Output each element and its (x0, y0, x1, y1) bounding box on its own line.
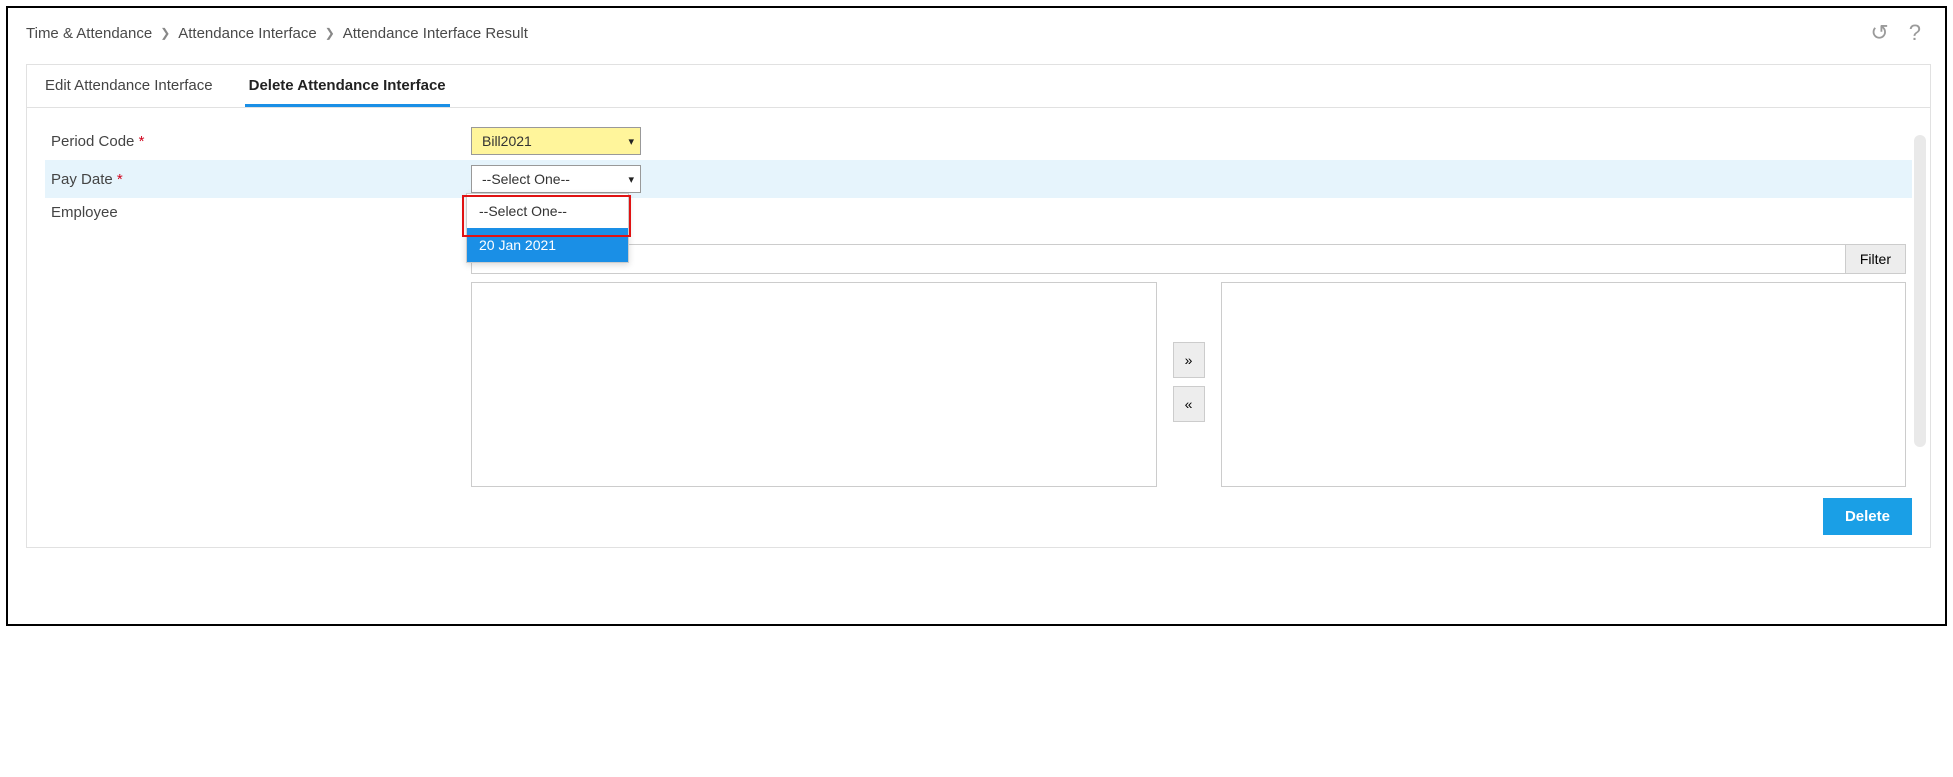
delete-button[interactable]: Delete (1823, 498, 1912, 535)
refresh-icon[interactable]: ↺ (1870, 20, 1888, 46)
scrollbar[interactable] (1914, 135, 1926, 447)
breadcrumb-item-3: Attendance Interface Result (343, 25, 528, 42)
main-panel: Edit Attendance Interface Delete Attenda… (26, 64, 1931, 548)
pay-date-option-1[interactable]: 20 Jan 2021 (467, 228, 628, 262)
label-text: Period Code (51, 133, 134, 150)
dual-list-controls: » « (1173, 282, 1205, 422)
row-period-code: Period Code * Bill2021 ▾ (45, 122, 1912, 160)
employee-dual-list: » « (471, 282, 1906, 487)
required-marker: * (139, 133, 145, 150)
label-period-code: Period Code * (51, 133, 471, 150)
header-actions: ↺ ? (1870, 20, 1931, 46)
period-code-select[interactable]: Bill2021 ▾ (471, 127, 641, 155)
row-employee: Employee Filter » « (45, 198, 1912, 487)
employee-selected-list[interactable] (1221, 282, 1907, 487)
chevron-down-icon: ▾ (628, 173, 634, 186)
move-right-button[interactable]: » (1173, 342, 1205, 378)
label-employee: Employee (51, 204, 471, 221)
tab-delete-attendance[interactable]: Delete Attendance Interface (245, 65, 450, 107)
breadcrumb-item-1[interactable]: Time & Attendance (26, 25, 152, 42)
chevron-right-icon: ❯ (325, 26, 335, 40)
label-text: Employee (51, 204, 118, 221)
app-frame: Time & Attendance ❯ Attendance Interface… (6, 6, 1947, 626)
employee-filter-row: Filter (471, 244, 1906, 274)
pay-date-value: --Select One-- (482, 171, 570, 187)
chevron-down-icon: ▾ (628, 135, 634, 148)
employee-search-input[interactable] (471, 244, 1846, 274)
help-icon[interactable]: ? (1909, 20, 1921, 46)
breadcrumb-item-2[interactable]: Attendance Interface (178, 25, 316, 42)
header-row: Time & Attendance ❯ Attendance Interface… (26, 20, 1931, 46)
tab-bar: Edit Attendance Interface Delete Attenda… (27, 65, 1930, 108)
period-code-value: Bill2021 (482, 133, 532, 149)
form-body: Period Code * Bill2021 ▾ Pay Date * (27, 122, 1930, 487)
breadcrumb: Time & Attendance ❯ Attendance Interface… (26, 25, 528, 42)
pay-date-select[interactable]: --Select One-- ▾ (471, 165, 641, 193)
label-text: Pay Date (51, 171, 113, 188)
tab-edit-attendance[interactable]: Edit Attendance Interface (41, 65, 217, 107)
employee-available-list[interactable] (471, 282, 1157, 487)
label-pay-date: Pay Date * (51, 171, 471, 188)
row-pay-date: Pay Date * --Select One-- ▾ --Select One… (45, 160, 1912, 198)
required-marker: * (117, 171, 123, 188)
filter-button[interactable]: Filter (1846, 244, 1906, 274)
move-left-button[interactable]: « (1173, 386, 1205, 422)
footer-actions: Delete (1823, 498, 1912, 535)
pay-date-option-placeholder[interactable]: --Select One-- (467, 194, 628, 228)
pay-date-dropdown: --Select One-- 20 Jan 2021 (466, 193, 629, 263)
chevron-right-icon: ❯ (160, 26, 170, 40)
